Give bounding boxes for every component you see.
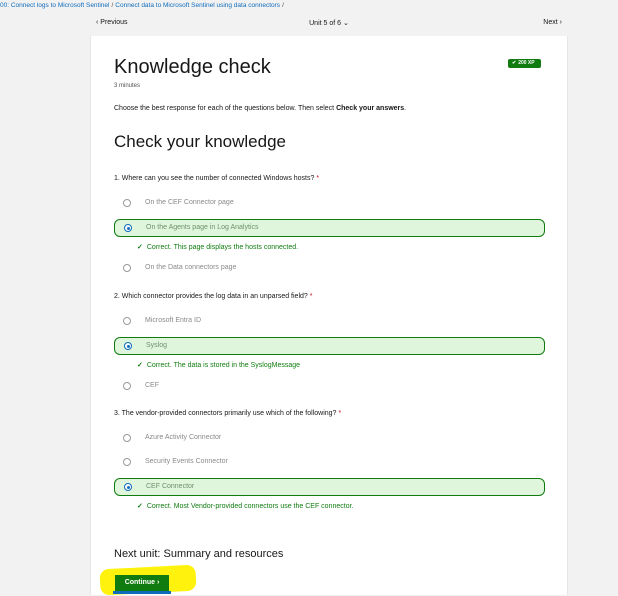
radio-button-selected[interactable] xyxy=(124,483,132,491)
breadcrumb-item-module[interactable]: 00: Connect logs to Microsoft Sentinel xyxy=(0,2,109,9)
continue-label: Continue xyxy=(124,579,156,586)
unit-selector[interactable]: Unit 5 of 6 ⌄ xyxy=(90,19,568,27)
radio-button[interactable] xyxy=(123,199,131,207)
question-1: 1. Where can you see the number of conne… xyxy=(114,175,319,182)
checkmark-icon: ✔ xyxy=(512,60,517,66)
breadcrumb-separator: / xyxy=(111,2,114,9)
instructions-text: Choose the best response for each of the… xyxy=(114,105,337,112)
option-q3-1[interactable]: Azure Activity Connector xyxy=(114,430,545,448)
feedback-q2: ✓ Correct. The data is stored in the Sysl… xyxy=(137,361,300,369)
option-q2-2-selected[interactable]: Syslog xyxy=(114,337,545,355)
feedback-text: Correct. Most Vendor-provided connectors… xyxy=(146,503,354,510)
unit-navigation: ‹ Previous Unit 5 of 6 ⌄ Next › xyxy=(90,17,568,31)
radio-button-selected[interactable] xyxy=(124,342,132,350)
required-mark: * xyxy=(338,410,342,417)
xp-label: 200 XP xyxy=(518,60,535,66)
option-label: Syslog xyxy=(146,342,168,349)
checkmark-icon: ✓ xyxy=(137,503,143,510)
feedback-text: Correct. The data is stored in the Syslo… xyxy=(146,362,301,369)
option-q1-2-selected[interactable]: On the Agents page in Log Analytics xyxy=(114,219,545,237)
option-q1-3[interactable]: On the Data connectors page xyxy=(114,260,545,278)
option-label: CEF Connector xyxy=(146,483,195,490)
content-card: ✔ 200 XP Knowledge check 3 minutes Choose… xyxy=(90,36,568,596)
radio-button[interactable] xyxy=(123,317,131,325)
feedback-q3: ✓ Correct. Most Vendor-provided connector… xyxy=(137,502,353,510)
section-title: Check your knowledge xyxy=(114,132,286,151)
radio-button[interactable] xyxy=(123,264,131,272)
required-mark: * xyxy=(309,293,313,300)
radio-button-selected[interactable] xyxy=(124,224,132,232)
chevron-right-icon: › xyxy=(559,19,562,26)
option-q2-3[interactable]: CEF xyxy=(114,378,545,396)
option-label: On the CEF Connector page xyxy=(145,199,234,206)
question-text: 3. The vendor-provided connectors primar… xyxy=(114,410,337,417)
option-label: On the Agents page in Log Analytics xyxy=(146,224,259,231)
option-label: CEF xyxy=(145,382,159,389)
radio-button[interactable] xyxy=(123,458,131,466)
chevron-down-icon: ⌄ xyxy=(343,20,349,27)
breadcrumb: 00: Connect logs to Microsoft Sentinel / C… xyxy=(0,0,618,13)
focus-bar xyxy=(113,591,171,594)
unit-label: Unit 5 of 6 xyxy=(309,20,342,27)
breadcrumb-item-unit[interactable]: Connect data to Microsoft Sentinel using… xyxy=(115,2,280,9)
chevron-right-icon: › xyxy=(156,579,160,586)
option-q3-3-selected[interactable]: CEF Connector xyxy=(114,478,545,496)
option-q2-1[interactable]: Microsoft Entra ID xyxy=(114,313,545,331)
question-3: 3. The vendor-provided connectors primar… xyxy=(114,410,341,417)
option-label: Security Events Connector xyxy=(145,458,228,465)
checkmark-icon: ✓ xyxy=(137,244,143,251)
feedback-text: Correct. This page displays the hosts co… xyxy=(146,244,299,251)
xp-badge: ✔ 200 XP xyxy=(508,59,541,68)
option-q3-2[interactable]: Security Events Connector xyxy=(114,454,545,472)
required-mark: * xyxy=(316,175,320,182)
next-link[interactable]: Next › xyxy=(543,19,562,26)
checkmark-icon: ✓ xyxy=(137,362,143,369)
instructions: Choose the best response for each of the… xyxy=(114,105,406,112)
duration: 3 minutes xyxy=(114,83,141,89)
next-label: Next xyxy=(543,19,558,26)
question-text: 1. Where can you see the number of conne… xyxy=(114,175,315,182)
page-title: Knowledge check xyxy=(114,56,271,78)
option-label: Microsoft Entra ID xyxy=(145,317,202,324)
next-unit-title: Next unit: Summary and resources xyxy=(114,548,284,560)
option-q1-1[interactable]: On the CEF Connector page xyxy=(114,195,545,213)
option-label: On the Data connectors page xyxy=(145,264,237,271)
feedback-q1: ✓ Correct. This page displays the hosts c… xyxy=(137,243,298,251)
option-label: Azure Activity Connector xyxy=(145,434,222,441)
radio-button[interactable] xyxy=(123,382,131,390)
instructions-bold: Check your answers xyxy=(336,105,405,112)
instructions-end: . xyxy=(404,105,407,112)
question-text: 2. Which connector provides the log data… xyxy=(114,293,308,300)
breadcrumb-separator: / xyxy=(282,2,284,9)
continue-button[interactable]: Continue › xyxy=(115,575,169,591)
question-2: 2. Which connector provides the log data… xyxy=(114,293,313,300)
radio-button[interactable] xyxy=(123,434,131,442)
